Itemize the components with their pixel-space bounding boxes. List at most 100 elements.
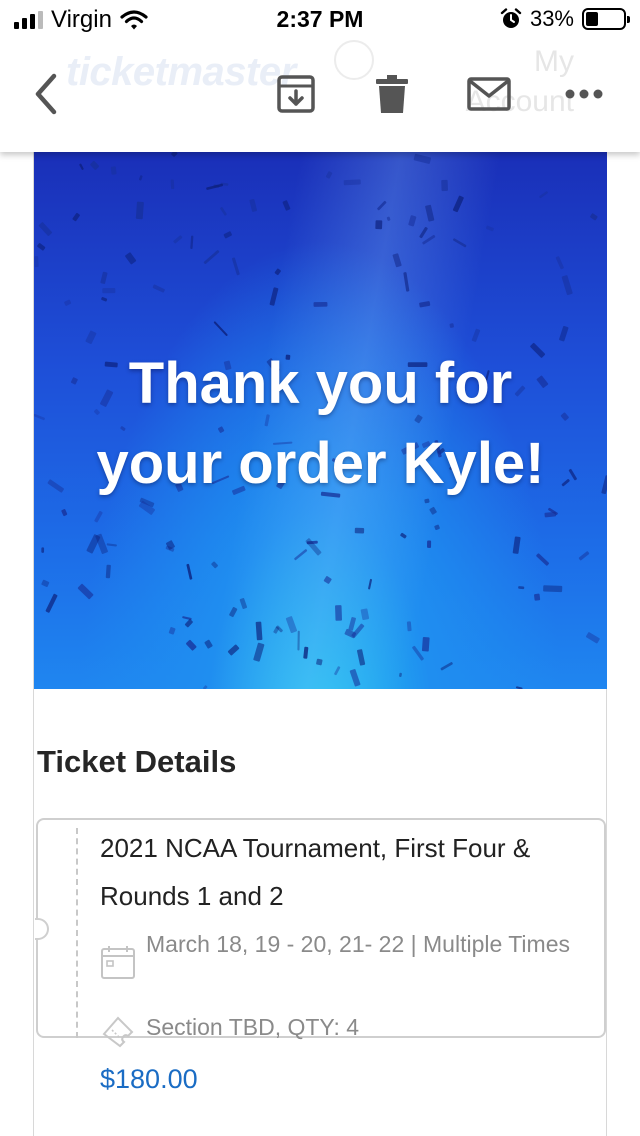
mail-button[interactable] [464,70,514,118]
ellipsis-icon [565,89,603,99]
confetti-piece [223,231,232,239]
confetti-piece [90,160,100,170]
confetti-piece [559,325,569,342]
confetti-piece [100,271,108,284]
confetti-piece [255,621,263,641]
calendar-icon [101,946,135,979]
status-bar: Virgin 2:37 PM 33% [0,0,640,40]
back-button[interactable] [26,70,66,118]
hero-title: Thank you for your order Kyle! [34,344,607,504]
confetti-piece [354,527,365,534]
confetti-piece [422,234,436,245]
confetti-piece [269,287,279,306]
confetti-piece [204,639,213,649]
confetti-piece [368,578,372,590]
chevron-left-icon [35,73,57,115]
confetti-piece [101,297,108,302]
confetti-piece [348,617,356,631]
battery-fill [586,12,598,26]
confetti-piece [211,561,218,569]
confetti-piece [72,212,80,222]
confetti-piece [152,284,165,293]
confetti-piece [544,511,557,518]
confetti-piece [360,608,370,621]
confetti-piece [203,685,208,689]
alarm-clock-icon [500,8,522,28]
trash-icon [376,75,408,113]
battery-icon [582,8,630,30]
confetti-piece [305,538,322,556]
archive-download-icon [277,75,315,113]
confetti-piece [400,532,407,539]
confetti-piece [375,220,383,230]
confetti-piece [105,564,111,579]
confetti-piece [349,669,361,687]
confetti-piece [110,166,117,175]
confetti-piece [452,195,464,213]
battery-percent: 33% [529,6,574,31]
confetti-piece [37,243,46,251]
order-price: $180.00 [100,1064,198,1094]
confetti-piece [434,524,440,531]
confetti-piece [561,275,573,296]
confetti-piece [249,199,257,212]
confetti-piece [303,646,309,659]
confetti-piece [586,632,600,644]
confetti-piece [485,225,494,232]
confetti-piece [343,179,361,186]
ticket-card[interactable]: 2021 NCAA Tournament, First Four & Round… [35,818,606,1048]
archive-button[interactable] [272,70,320,118]
confetti-piece [313,301,328,307]
confetti-piece [578,551,590,561]
confetti-piece [77,583,94,600]
confetti-piece [453,238,467,248]
confetti-piece [64,299,72,306]
confetti-piece [186,563,193,580]
confetti-piece [190,235,194,249]
confetti-piece [406,621,412,632]
confetti-piece [285,616,298,634]
confetti-piece [227,644,240,656]
hero-banner: Thank you for your order Kyle! [34,152,607,689]
confetti-piece [206,183,224,190]
email-content: Thank you for your order Kyle! Ticket De… [33,152,607,1136]
confetti-piece [386,216,391,221]
confetti-piece [413,153,431,164]
confetti-piece [421,637,430,652]
confetti-piece [61,509,68,517]
confetti-piece [323,576,332,584]
confetti-piece [536,553,550,566]
confetti-piece [135,201,144,220]
confetti-piece [325,171,333,179]
more-options-button[interactable] [560,70,608,118]
confetti-piece [186,639,197,651]
confetti-piece [253,642,265,662]
confetti-piece [539,191,548,199]
confetti-piece [392,253,402,268]
confetti-piece [45,593,58,613]
confetti-piece [590,213,598,221]
confetti-piece [170,179,175,190]
event-section-qty: Section TBD, QTY: 4 [146,1014,360,1040]
confetti-piece [125,252,137,265]
confetti-piece [171,152,178,157]
confetti-piece [38,222,53,236]
ticket-icon [102,1016,134,1048]
confetti-piece [106,543,117,547]
confetti-piece [429,506,437,515]
confetti-piece [357,649,366,666]
confetti-piece [425,204,435,222]
ticket-notch [35,918,49,940]
confetti-piece [168,627,176,635]
confetti-piece [316,658,323,666]
confetti-piece [403,272,410,292]
event-dates: March 18, 19 - 20, 21- 22 | Multiple Tim… [146,931,570,957]
ticket-details-heading: Ticket Details [37,744,237,779]
confetti-piece [94,511,103,523]
confetti-piece [543,585,563,593]
confetti-piece [515,686,523,689]
delete-button[interactable] [368,70,416,118]
confetti-piece [239,598,248,609]
confetti-piece [334,666,341,676]
confetti-piece [173,235,183,244]
